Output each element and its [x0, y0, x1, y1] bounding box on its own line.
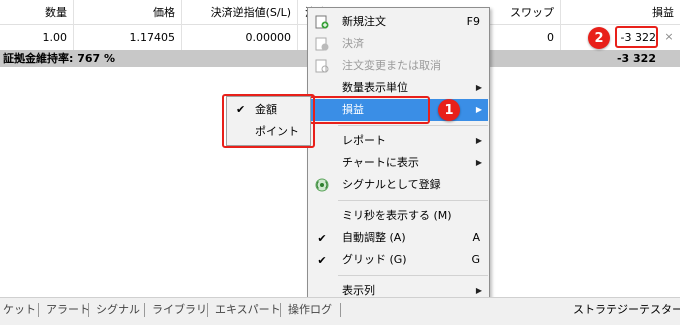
- close-position-icon[interactable]: ×: [662, 30, 676, 44]
- row-volume: 1.00: [42, 31, 68, 44]
- modify-order-icon: [315, 59, 329, 73]
- submenu-arrow-icon: ▶: [475, 105, 482, 114]
- column-divider: [297, 0, 298, 50]
- tab-market[interactable]: ケット: [3, 298, 36, 322]
- row-swap: 0: [547, 31, 554, 44]
- row-price: 1.17405: [129, 31, 176, 44]
- tab-journal[interactable]: 操作ログ: [288, 298, 332, 322]
- col-price[interactable]: 価格: [73, 0, 181, 24]
- col-stop-loss[interactable]: 決済逆指値(S/L): [181, 0, 297, 24]
- tab-divider: [88, 303, 89, 317]
- tab-signals[interactable]: シグナル: [96, 298, 140, 322]
- total-profit: -3 322: [616, 52, 656, 65]
- tab-divider: [144, 303, 145, 317]
- menu-item-new-order[interactable]: 新規注文 F9: [309, 11, 488, 33]
- menu-separator: [338, 275, 488, 276]
- tab-divider: [280, 303, 281, 317]
- col-volume[interactable]: 数量: [0, 0, 73, 24]
- terminal-tab-bar: ケット アラート シグナル ライブラリ エキスパート 操作ログ ストラテジーテス…: [0, 297, 680, 325]
- menu-item-show-on-chart[interactable]: チャートに表示 ▶: [309, 152, 488, 174]
- col-profit[interactable]: 損益: [560, 0, 680, 24]
- col-swap[interactable]: スワップ: [490, 0, 560, 24]
- menu-item-register-signal[interactable]: シグナルとして登録: [309, 174, 488, 196]
- tab-experts[interactable]: エキスパート: [215, 298, 281, 322]
- menu-item-show-milliseconds[interactable]: ミリ秒を表示する (M): [309, 205, 488, 227]
- menu-item-close-order[interactable]: 決済: [309, 33, 488, 55]
- menu-separator: [338, 125, 488, 126]
- submenu-arrow-icon: ▶: [475, 158, 482, 167]
- tab-library[interactable]: ライブラリ: [152, 298, 207, 322]
- profit-highlight-box: [615, 26, 658, 48]
- tab-divider: [340, 303, 341, 317]
- menu-item-auto-arrange[interactable]: ✔ 自動調整 (A) A: [309, 227, 488, 249]
- check-icon: ✔: [317, 231, 327, 245]
- step-badge-1: 1: [438, 99, 460, 121]
- column-divider: [560, 0, 561, 50]
- close-order-icon: [315, 37, 329, 51]
- menu-item-modify-order[interactable]: 注文変更または取消: [309, 55, 488, 77]
- submenu-arrow-icon: ▶: [475, 83, 482, 92]
- step-badge-2: 2: [588, 27, 610, 49]
- tab-alerts[interactable]: アラート: [46, 298, 90, 322]
- new-order-icon: [315, 15, 329, 29]
- context-menu: 新規注文 F9 決済 注文変更または取消 数量表示単位 ▶ 損益 ▶ レポート …: [307, 7, 490, 305]
- menu-separator: [338, 200, 488, 201]
- tab-divider: [207, 303, 208, 317]
- row-stop-loss: 0.00000: [245, 31, 292, 44]
- column-divider: [181, 0, 182, 50]
- tab-divider: [38, 303, 39, 317]
- submenu-highlight-box: [222, 94, 315, 148]
- signal-icon: [315, 178, 329, 192]
- check-icon: ✔: [317, 253, 327, 267]
- profit-menu-highlight-box: [309, 96, 430, 124]
- margin-level-label: 証拠金維持率: 767 %: [3, 52, 116, 65]
- tab-strategy-tester[interactable]: ストラテジーテスター: [573, 298, 680, 322]
- menu-item-grid[interactable]: ✔ グリッド (G) G: [309, 249, 488, 271]
- menu-item-report[interactable]: レポート ▶: [309, 130, 488, 152]
- column-divider: [73, 0, 74, 50]
- submenu-arrow-icon: ▶: [475, 136, 482, 145]
